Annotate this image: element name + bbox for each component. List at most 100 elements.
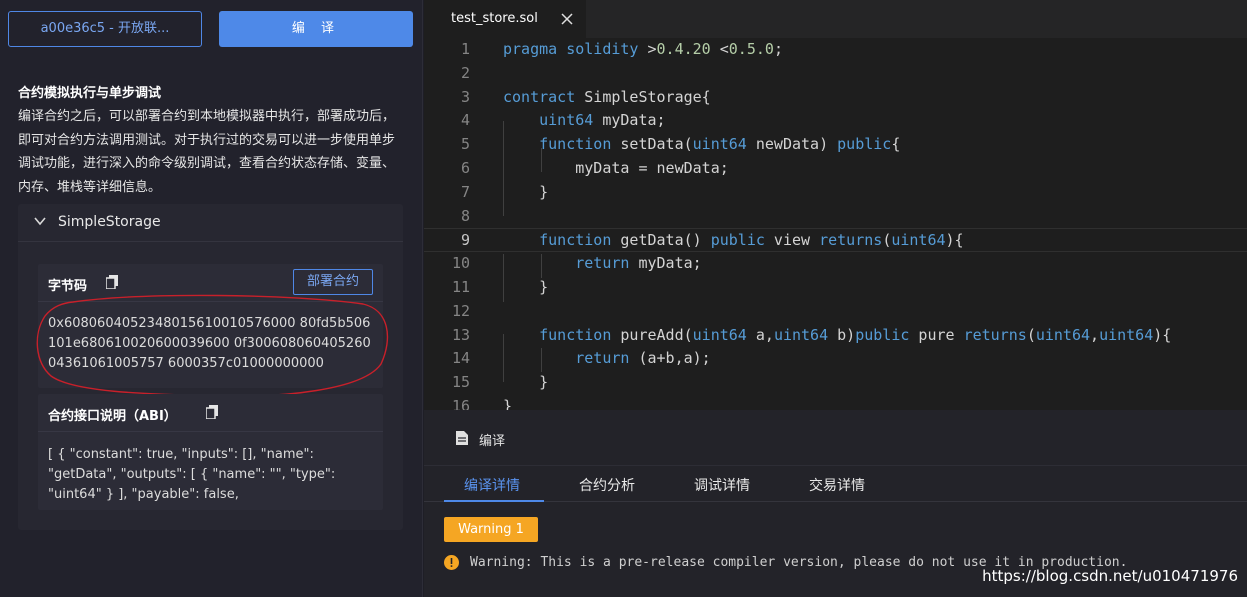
line-number: 7 (460, 182, 470, 201)
line-number: 3 (460, 87, 470, 106)
keyword-token: returns (819, 231, 883, 250)
keyword-token: public (837, 135, 892, 154)
code-token: < (710, 40, 729, 58)
tab-compile-details[interactable]: 编译详情 (464, 475, 520, 495)
code-token: ){ (945, 231, 964, 250)
keyword-token: function (539, 325, 612, 344)
line-number: 10 (451, 254, 470, 273)
red-annotation-circle (36, 294, 389, 397)
contract-name: SimpleStorage (58, 214, 161, 230)
code-line[interactable]: 16} (424, 395, 1247, 410)
watermark: https://blog.csdn.net/u010471976 (982, 567, 1238, 585)
code-text: return (a+b,a); (503, 347, 710, 371)
code-token: b) (828, 325, 856, 344)
code-token: } (503, 373, 549, 392)
code-token: > (638, 40, 657, 58)
file-tab[interactable]: test_store.sol (424, 0, 586, 38)
active-tab-indicator (444, 500, 544, 502)
code-token: myData = newData; (503, 159, 729, 177)
keyword-token: public (710, 231, 765, 250)
keyword-token: uint64 (692, 325, 747, 344)
code-line[interactable]: 3 contract SimpleStorage{ (424, 86, 1247, 110)
file-tab-label: test_store.sol (451, 11, 538, 26)
warning-icon (444, 555, 459, 570)
keyword-token: uint64 (1035, 325, 1091, 344)
keyword-token: uint64 (773, 325, 829, 344)
tab-debug-details[interactable]: 调试详情 (694, 475, 750, 495)
line-number: 16 (451, 397, 470, 410)
output-title: 编译 (479, 434, 506, 449)
code-token: } (503, 278, 549, 296)
code-token: ){ (1153, 325, 1172, 344)
code-editor[interactable]: 1 pragma solidity >0.4.20 <0.5.0; 2 3 contra… (424, 38, 1247, 410)
code-line[interactable]: 11 } (424, 276, 1247, 300)
keyword-token: function (539, 135, 612, 154)
code-text: myData = newData; (503, 157, 729, 181)
code-token: a, (746, 325, 774, 344)
code-text: } (503, 371, 548, 395)
keyword-token: uint64 (1099, 325, 1154, 344)
code-token: pureAdd( (611, 325, 693, 344)
code-line[interactable]: 1 pragma solidity >0.4.20 <0.5.0; (424, 38, 1247, 62)
code-line[interactable]: 13 function pureAdd(uint64 a,uint64 b)pu… (424, 324, 1247, 348)
code-line[interactable]: 8 (424, 205, 1247, 229)
line-number: 14 (451, 349, 470, 368)
code-line[interactable]: 9 function getData() public view returns… (424, 228, 1247, 253)
keyword-token: contract (503, 87, 576, 106)
keyword-token: uint64 (891, 231, 946, 250)
tab-contract-analysis[interactable]: 合约分析 (579, 475, 635, 495)
code-line[interactable]: 4 uint64 myData; (424, 109, 1247, 133)
code-token: newData) (746, 135, 838, 154)
code-token: myData; (593, 111, 666, 130)
code-token: myData; (629, 254, 702, 273)
code-token: pure (909, 325, 964, 344)
line-number: 11 (451, 278, 470, 296)
line-number: 15 (451, 373, 470, 392)
code-token: ( (1026, 325, 1036, 344)
copy-icon[interactable] (206, 405, 218, 419)
code-line[interactable]: 14 return (a+b,a); (424, 347, 1247, 371)
code-line[interactable]: 12 (424, 300, 1247, 324)
output-header: 编译 (424, 410, 1247, 466)
line-number: 1 (460, 40, 470, 58)
code-line[interactable]: 10 return myData; (424, 252, 1247, 276)
code-text: pragma solidity >0.4.20 <0.5.0; (503, 38, 783, 62)
warning-badge[interactable]: Warning 1 (444, 517, 538, 542)
code-text: function getData() public view returns(u… (503, 229, 964, 253)
code-line[interactable]: 6 myData = newData; (424, 157, 1247, 181)
code-token: ( (882, 231, 892, 250)
code-line[interactable]: 5 function setData(uint64 newData) publi… (424, 133, 1247, 157)
number-token: 0.5.0 (728, 40, 774, 58)
line-number: 12 (451, 301, 470, 320)
code-text: } (503, 181, 548, 205)
close-icon[interactable] (560, 12, 574, 26)
line-number: 9 (460, 231, 470, 250)
contract-header[interactable]: SimpleStorage (18, 204, 403, 242)
tab-transaction-details[interactable]: 交易详情 (809, 475, 865, 495)
keyword-token: uint64 (692, 135, 747, 154)
environment-select[interactable]: a00e36c5 - 开放联... (8, 11, 202, 47)
copy-icon[interactable] (106, 275, 118, 289)
keyword-token: public (855, 325, 910, 344)
code-line[interactable]: 15 } (424, 371, 1247, 395)
right-panel: test_store.sol 1 pragma solidity >0.4.20 … (424, 0, 1247, 597)
code-line[interactable]: 2 (424, 62, 1247, 86)
code-line[interactable]: 7 } (424, 181, 1247, 205)
line-number: 4 (460, 111, 470, 130)
document-icon (456, 431, 468, 445)
code-text: function setData(uint64 newData) public{ (503, 133, 900, 157)
left-panel: a00e36c5 - 开放联... 编 译 合约模拟执行与单步调试 编译合约之后… (0, 0, 423, 597)
section-description: 编译合约之后，可以部署合约到本地模拟器中执行，部署成功后，即可对合约方法调用测试… (18, 109, 396, 195)
editor-tabbar: test_store.sol (424, 0, 1247, 38)
compile-button[interactable]: 编 译 (219, 11, 413, 47)
code-text: return myData; (503, 252, 702, 276)
chevron-down-icon (34, 217, 46, 226)
code-text: function pureAdd(uint64 a,uint64 b)publi… (503, 324, 1171, 348)
line-number: 5 (460, 135, 470, 154)
